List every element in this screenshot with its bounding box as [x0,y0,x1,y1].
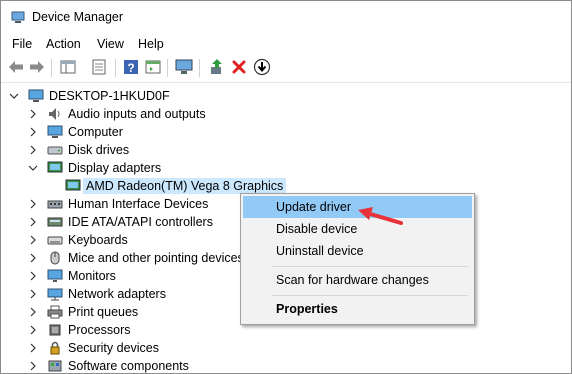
tree-category[interactable]: Security devices [28,339,159,357]
menu-action[interactable]: Action [46,37,81,51]
chevron-right-icon[interactable] [28,321,38,339]
chevron-right-icon[interactable] [28,231,38,249]
chevron-right-icon[interactable] [28,123,38,141]
mouse-icon [47,250,63,266]
update-driver-icon[interactable] [208,58,226,76]
printer-icon [47,304,63,320]
tree-category-label: Processors [68,323,131,337]
tree-category-label: IDE ATA/ATAPI controllers [68,215,213,229]
chevron-right-icon[interactable] [28,285,38,303]
keyboard-icon [47,232,63,248]
tree-category[interactable]: Network adapters [28,285,166,303]
toolbar-separator [115,59,116,77]
tree-category[interactable]: Monitors [28,267,116,285]
context-disable-device-label: Disable device [276,222,358,236]
computer-icon [28,88,44,104]
forward-arrow-icon[interactable] [28,58,46,76]
chevron-right-icon[interactable] [28,303,38,321]
security-lock-icon [47,340,63,356]
tree-category[interactable]: IDE ATA/ATAPI controllers [28,213,213,231]
properties-icon[interactable] [90,58,108,76]
uninstall-x-icon[interactable] [230,58,248,76]
title-bar: Device Manager [1,1,571,33]
tree-category[interactable]: Software components [28,357,189,373]
svg-text:?: ? [127,61,134,75]
tree-category[interactable]: Print queues [28,303,138,321]
chevron-right-icon[interactable] [28,141,38,159]
chevron-right-icon[interactable] [28,195,38,213]
tree-category-label: Monitors [68,269,116,283]
chevron-down-icon[interactable] [28,159,38,177]
tree-root[interactable]: DESKTOP-1HKUD0F [9,87,170,105]
tree-root-label: DESKTOP-1HKUD0F [49,89,170,103]
tree-category[interactable]: Processors [28,321,131,339]
chevron-right-icon[interactable] [28,105,38,123]
network-adapter-icon [47,286,63,302]
toolbar: ? [1,55,571,81]
disable-down-arrow-icon[interactable] [253,58,271,76]
context-separator [272,266,468,267]
display-adapter-icon [47,160,63,176]
help-icon[interactable]: ? [122,58,140,76]
tree-category-label: Security devices [68,341,160,355]
tree-category[interactable]: Human Interface Devices [28,195,208,213]
tree-category-label: Software components [68,359,189,373]
context-uninstall-device-label: Uninstall device [276,244,364,258]
monitor-icon [47,268,63,284]
tree-category-label: Display adapters [68,161,162,175]
context-properties-label: Properties [276,302,338,316]
chevron-right-icon[interactable] [28,249,38,267]
tree-category-label: Keyboards [68,233,128,247]
tree-category-label: Network adapters [68,287,166,301]
ide-controller-icon [47,214,63,230]
tree-divider [1,82,571,83]
toolbar-separator [199,59,200,77]
menu-bar: File Action View Help [1,33,571,55]
tree-category[interactable]: Keyboards [28,231,128,249]
hid-device-icon [47,196,63,212]
chevron-right-icon[interactable] [28,267,38,285]
computer-icon [47,124,63,140]
tree-category[interactable]: Computer [28,123,123,141]
back-arrow-icon[interactable] [7,58,25,76]
context-uninstall-device[interactable]: Uninstall device [243,240,472,262]
processor-icon [47,322,63,338]
tree-category[interactable]: Mice and other pointing devices [28,249,244,267]
context-separator [272,295,468,296]
menu-help[interactable]: Help [138,37,164,51]
context-scan-hardware-label: Scan for hardware changes [276,273,429,287]
tree-category-label: Print queues [68,305,139,319]
context-scan-hardware[interactable]: Scan for hardware changes [243,269,472,291]
show-hide-tree-icon[interactable] [59,58,77,76]
scan-hardware-monitor-icon[interactable] [175,58,193,76]
tree-category[interactable]: Disk drives [28,141,129,159]
properties-sheet-icon[interactable] [144,58,162,76]
tree-category[interactable]: Display adapters [28,159,161,177]
chevron-right-icon[interactable] [28,357,38,373]
tree-category-label: Mice and other pointing devices [68,251,244,265]
window-title: Device Manager [32,10,124,24]
speaker-icon [47,106,63,122]
context-update-driver-label: Update driver [276,200,352,214]
device-manager-icon [11,11,25,27]
chevron-down-icon[interactable] [9,87,19,105]
chevron-right-icon[interactable] [28,339,38,357]
device-manager-window: Device Manager File Action View Help ? D… [0,0,572,374]
menu-file[interactable]: File [12,37,32,51]
software-component-icon [47,358,63,373]
display-adapter-icon [65,178,81,194]
disk-drive-icon [47,142,63,158]
menu-view[interactable]: View [97,37,124,51]
context-properties[interactable]: Properties [243,298,472,320]
tree-device-label: AMD Radeon(TM) Vega 8 Graphics [83,178,287,194]
tree-category-label: Audio inputs and outputs [68,107,206,121]
annotation-arrow-icon [358,207,403,225]
tree-category-label: Disk drives [68,143,130,157]
tree-category-label: Human Interface Devices [68,197,209,211]
tree-category[interactable]: Audio inputs and outputs [28,105,206,123]
tree-category-label: Computer [68,125,123,139]
toolbar-separator [51,59,52,77]
toolbar-separator [167,59,168,77]
chevron-right-icon[interactable] [28,213,38,231]
